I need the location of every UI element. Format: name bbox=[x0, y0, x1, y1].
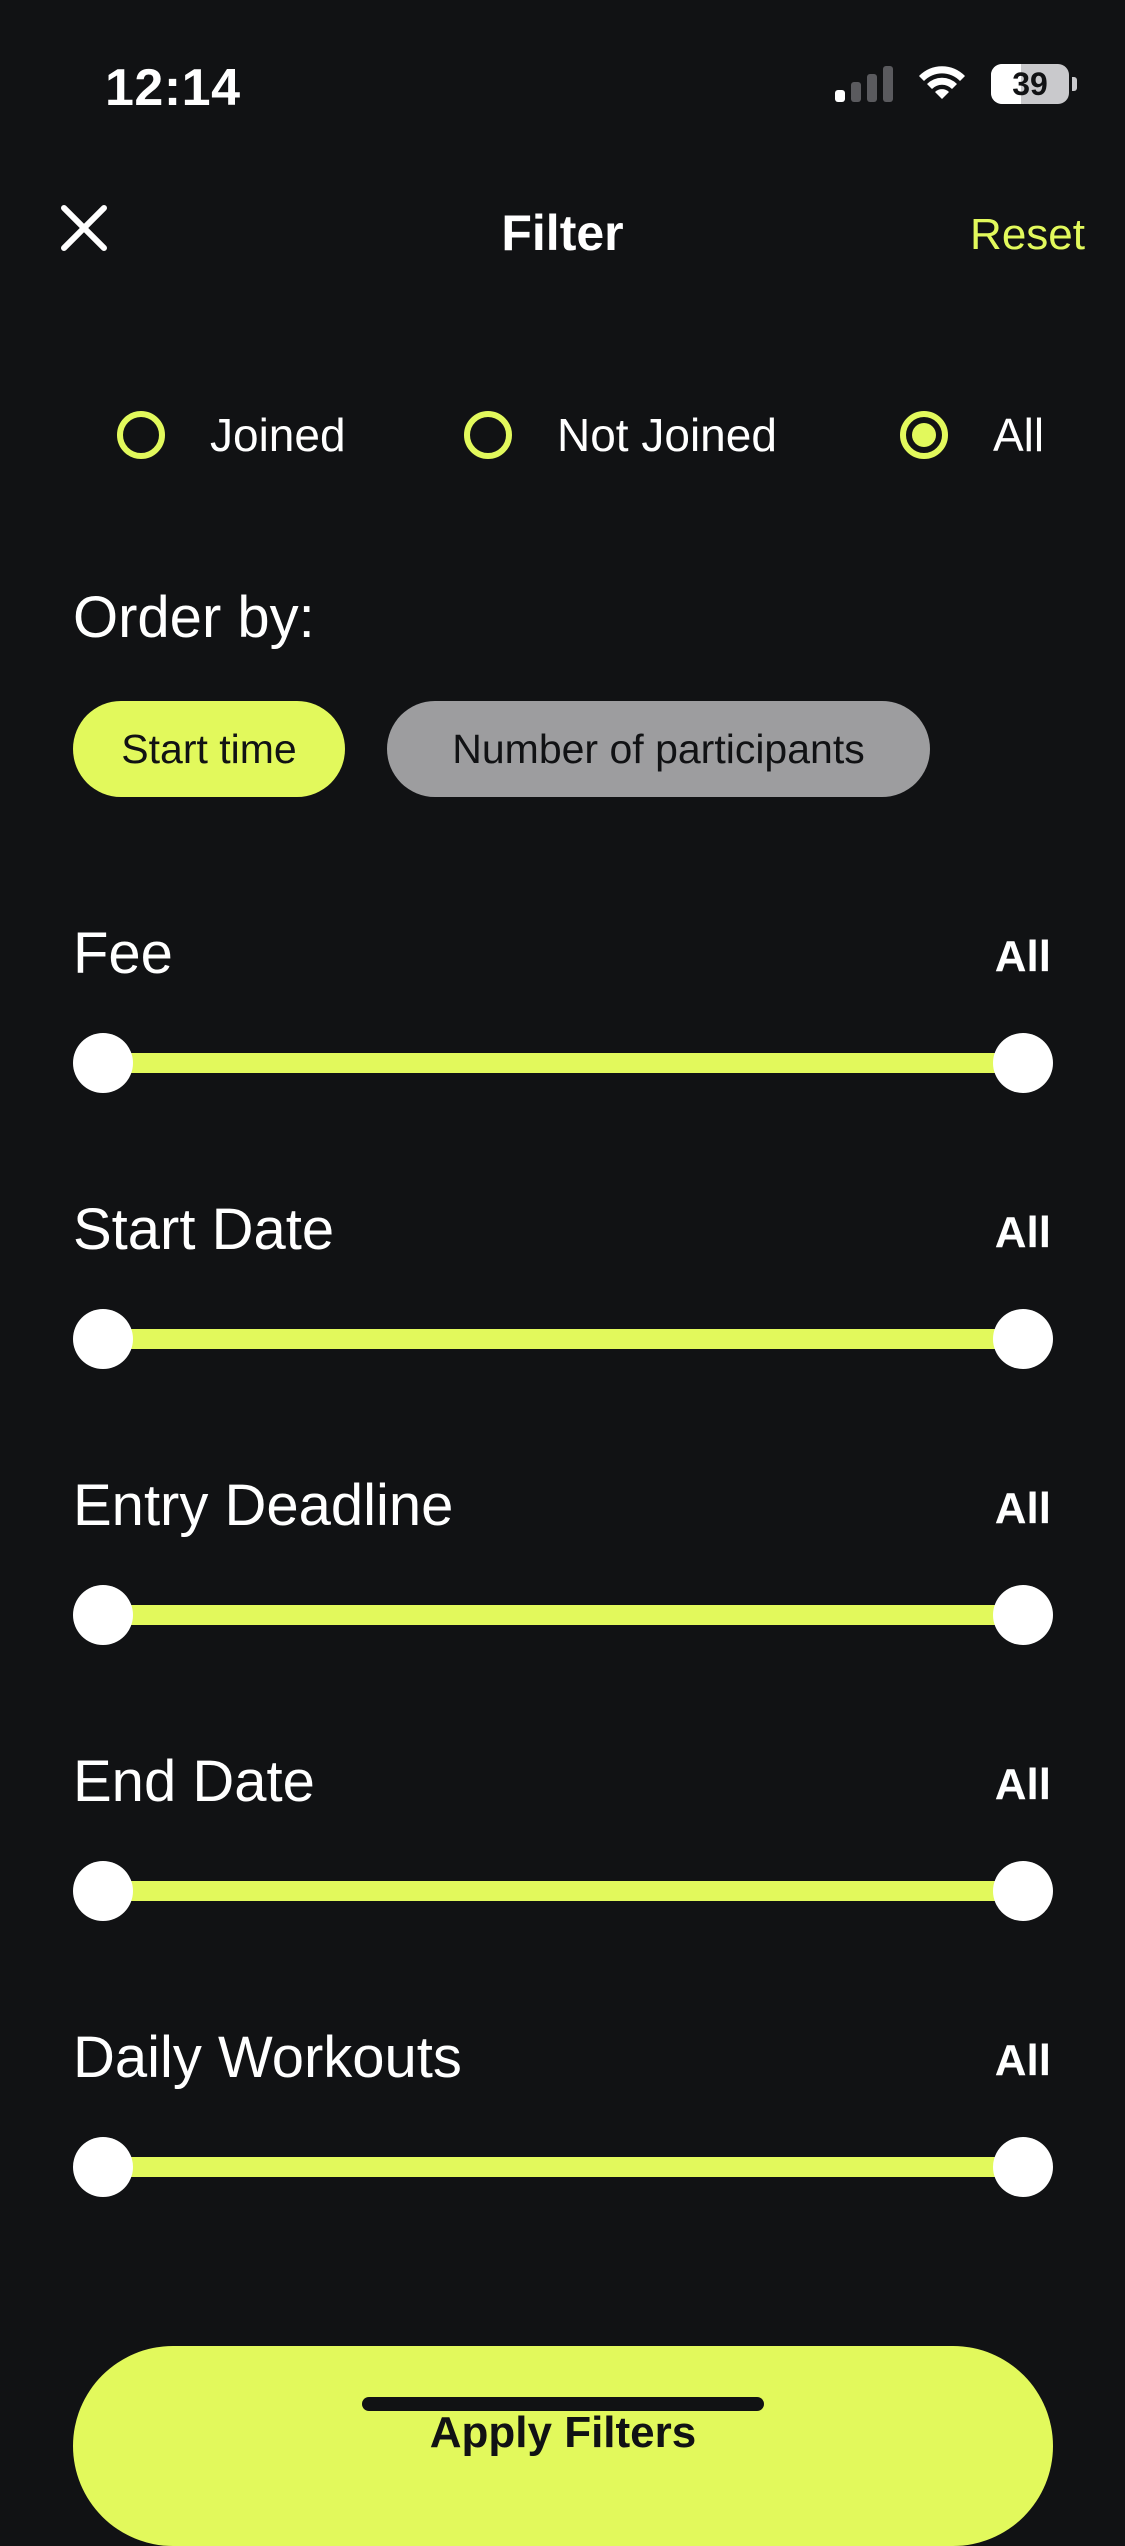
status-icons: 39 bbox=[835, 64, 1077, 104]
filter-label: Entry Deadline bbox=[73, 1473, 454, 1538]
radio-label: Joined bbox=[210, 409, 346, 461]
radio-not-joined[interactable]: Not Joined bbox=[464, 408, 777, 462]
range-thumb-min[interactable] bbox=[73, 1309, 133, 1369]
filter-daily-workouts: Daily Workouts All bbox=[73, 2024, 1053, 2224]
status-time: 12:14 bbox=[105, 59, 241, 117]
radio-label: Not Joined bbox=[557, 409, 777, 461]
filter-label: End Date bbox=[73, 1749, 315, 1814]
home-indicator[interactable] bbox=[362, 2397, 764, 2411]
range-track[interactable] bbox=[101, 1053, 1025, 1073]
filter-start-date: Start Date All bbox=[73, 1196, 1053, 1396]
radio-joined[interactable]: Joined bbox=[117, 408, 346, 462]
filter-label: Start Date bbox=[73, 1197, 335, 1262]
filter-label: Fee bbox=[73, 921, 173, 986]
radio-label: All bbox=[993, 409, 1045, 461]
radio-all[interactable]: All bbox=[900, 408, 1044, 462]
battery-percent: 39 bbox=[1012, 65, 1048, 102]
apply-filters-button[interactable]: Apply Filters bbox=[73, 2346, 1053, 2546]
filter-value: All bbox=[994, 1760, 1051, 1809]
range-track[interactable] bbox=[101, 1881, 1025, 1901]
radio-circle bbox=[464, 411, 512, 459]
radio-selected-dot bbox=[912, 423, 936, 447]
range-thumb-min[interactable] bbox=[73, 1033, 133, 1093]
order-by-label: Order by: bbox=[73, 585, 315, 650]
filter-label: Daily Workouts bbox=[73, 2025, 462, 2090]
membership-radio-group: Joined Not Joined All bbox=[0, 408, 1125, 472]
range-thumb-max[interactable] bbox=[993, 1309, 1053, 1369]
range-thumb-min[interactable] bbox=[73, 1585, 133, 1645]
range-thumb-min[interactable] bbox=[73, 2137, 133, 2197]
filter-value: All bbox=[994, 932, 1051, 981]
page-title: Filter bbox=[501, 205, 624, 261]
filter-value: All bbox=[994, 2036, 1051, 2085]
range-thumb-min[interactable] bbox=[73, 1861, 133, 1921]
cellular-signal-icon bbox=[835, 66, 893, 102]
filter-value: All bbox=[994, 1208, 1051, 1257]
radio-circle bbox=[117, 411, 165, 459]
apply-filters-label: Apply Filters bbox=[429, 2408, 697, 2457]
radio-circle-selected bbox=[900, 411, 948, 459]
range-thumb-max[interactable] bbox=[993, 1033, 1053, 1093]
battery-icon: 39 bbox=[991, 64, 1077, 104]
range-track[interactable] bbox=[101, 1329, 1025, 1349]
reset-button[interactable]: Reset bbox=[970, 210, 1085, 260]
order-chip-participants[interactable]: Number of participants bbox=[387, 701, 930, 797]
range-track[interactable] bbox=[101, 1605, 1025, 1625]
filter-entry-deadline: Entry Deadline All bbox=[73, 1472, 1053, 1672]
order-chip-start-time[interactable]: Start time bbox=[73, 701, 345, 797]
filter-fee: Fee All bbox=[73, 920, 1053, 1120]
range-thumb-max[interactable] bbox=[993, 1585, 1053, 1645]
range-thumb-max[interactable] bbox=[993, 1861, 1053, 1921]
filter-end-date: End Date All bbox=[73, 1748, 1053, 1948]
range-thumb-max[interactable] bbox=[993, 2137, 1053, 2197]
range-track[interactable] bbox=[101, 2157, 1025, 2177]
wifi-icon bbox=[919, 66, 965, 99]
filter-value: All bbox=[994, 1484, 1051, 1533]
